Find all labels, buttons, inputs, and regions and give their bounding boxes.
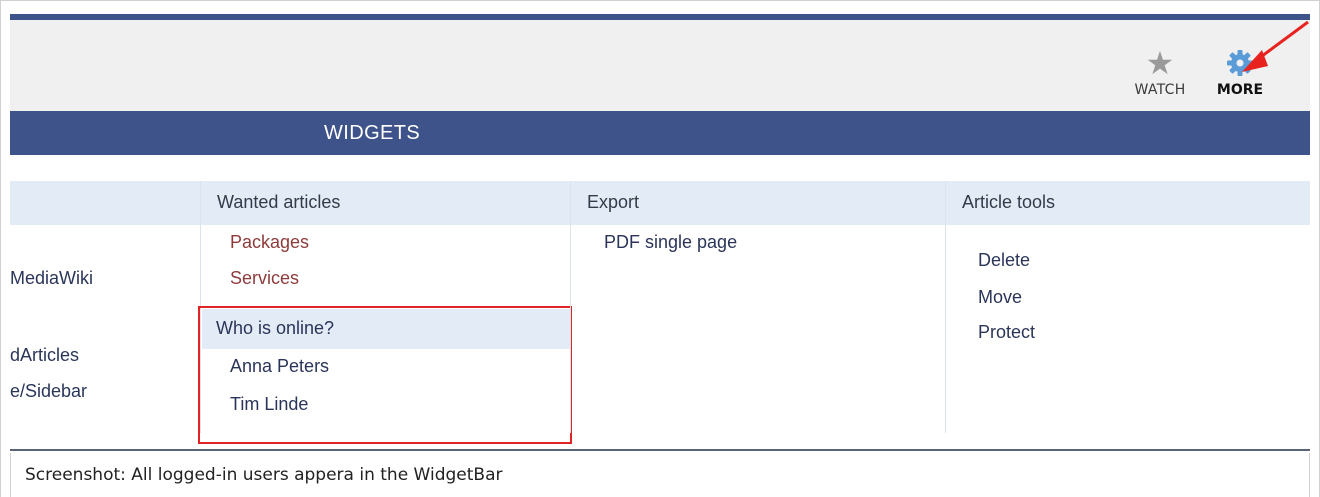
page-toolbar: ★ WATCH MORE: [10, 20, 1310, 116]
widgets-banner: WIDGETS: [10, 111, 1310, 155]
wanted-link-packages[interactable]: Packages: [230, 232, 309, 253]
export-column: Export: [571, 181, 945, 441]
banner-title: WIDGETS: [324, 122, 421, 144]
widget-screenshot: ★ WATCH MORE WIDGETS MediaWiki dArticles…: [10, 14, 1310, 451]
watch-button[interactable]: ★ WATCH: [1128, 46, 1192, 98]
left-link-2[interactable]: dArticles: [10, 345, 79, 366]
watch-label: WATCH: [1134, 82, 1186, 98]
article-tools-column: Article tools: [946, 181, 1310, 441]
screenshot-caption: Screenshot: All logged-in users appera i…: [10, 453, 1310, 497]
left-link-3[interactable]: e/Sidebar: [10, 381, 87, 402]
red-highlight-box: [198, 306, 572, 444]
red-arrow-annotation: [1242, 20, 1309, 72]
more-label: MORE: [1216, 82, 1264, 98]
star-icon: ★: [1145, 45, 1175, 81]
wanted-link-services[interactable]: Services: [230, 268, 299, 289]
wanted-articles-header: Wanted articles: [201, 181, 570, 225]
export-link-pdf[interactable]: PDF single page: [604, 232, 737, 253]
left-link-1[interactable]: MediaWiki: [10, 268, 93, 289]
article-tools-header: Article tools: [946, 181, 1310, 225]
left-column-header: [10, 181, 200, 225]
tool-link-move[interactable]: Move: [978, 287, 1022, 308]
export-header: Export: [571, 181, 945, 225]
tool-link-delete[interactable]: Delete: [978, 250, 1030, 271]
tool-link-protect[interactable]: Protect: [978, 322, 1035, 343]
